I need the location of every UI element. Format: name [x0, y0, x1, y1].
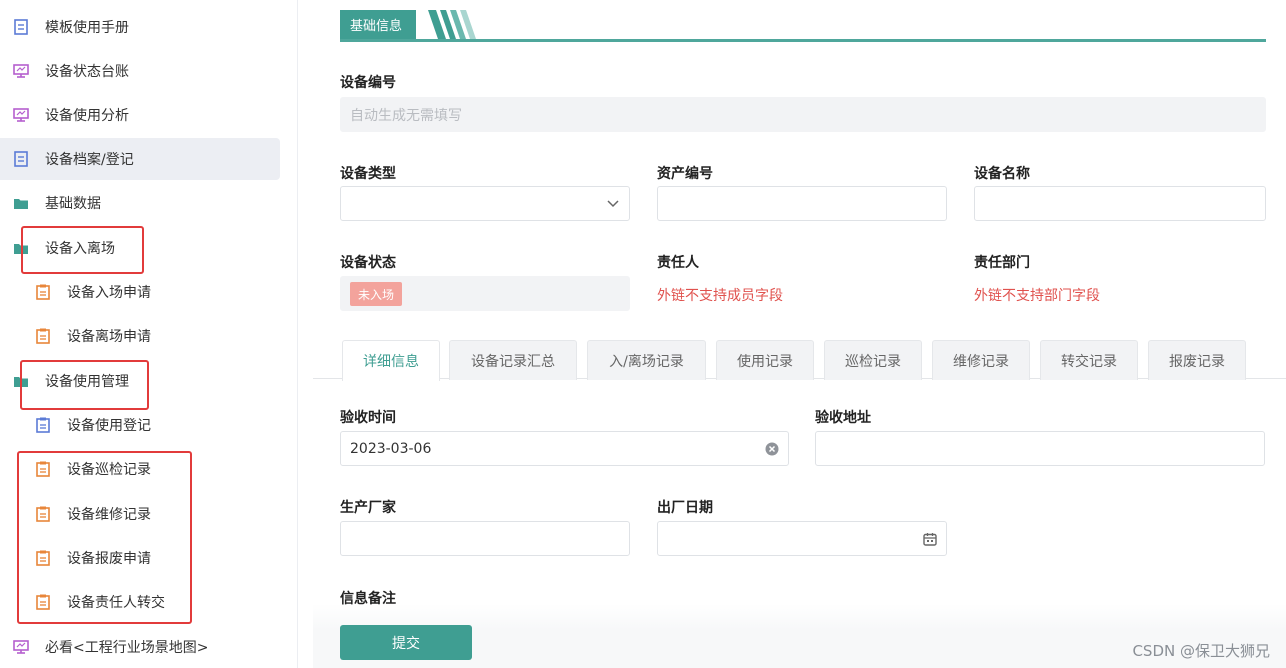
device-no-field: 自动生成无需填写 — [340, 97, 1266, 132]
device-name-input[interactable] — [974, 186, 1266, 221]
sidebar-item-status-ledger[interactable]: 设备状态台账 — [0, 50, 280, 92]
stripes-decoration — [428, 10, 476, 39]
asset-no-input[interactable] — [657, 186, 947, 221]
status-badge: 未入场 — [350, 282, 403, 306]
section-header: 基础信息 — [340, 10, 1266, 42]
document-icon — [13, 19, 29, 35]
clipboard-icon — [35, 417, 51, 433]
calendar-icon[interactable] — [923, 532, 937, 546]
asset-no-label: 资产编号 — [657, 166, 713, 182]
tab-transfer-records[interactable]: 转交记录 — [1040, 340, 1138, 380]
accept-address-label: 验收地址 — [815, 410, 871, 426]
sidebar-item-label: 模板使用手册 — [45, 20, 129, 36]
tab-entry-exit-records[interactable]: 入/离场记录 — [587, 340, 706, 380]
sidebar-item-label: 设备使用登记 — [67, 418, 151, 434]
folder-icon — [13, 195, 29, 211]
owner-unsupported-text: 外链不支持成员字段 — [657, 288, 783, 304]
highlight-box-entry-exit — [21, 226, 144, 274]
tab-scrap-records[interactable]: 报废记录 — [1148, 340, 1246, 380]
chevron-down-icon — [607, 200, 619, 208]
sidebar-item-scene-map[interactable]: 必看<工程行业场景地图> — [0, 626, 280, 668]
monitor-icon — [13, 107, 29, 123]
sidebar-item-device-archive[interactable]: 设备档案/登记 — [0, 138, 280, 180]
accept-time-input[interactable]: 2023-03-06 — [340, 431, 789, 466]
highlight-box-usage-records — [17, 451, 192, 624]
monitor-icon — [13, 639, 29, 655]
highlight-box-usage-management — [20, 360, 149, 410]
tab-inspection-records[interactable]: 巡检记录 — [824, 340, 922, 380]
device-type-select[interactable] — [340, 186, 630, 221]
device-name-label: 设备名称 — [974, 166, 1030, 182]
manufacturer-input[interactable] — [340, 521, 630, 556]
sidebar-item-usage-registration[interactable]: 设备使用登记 — [0, 404, 280, 446]
watermark: CSDN @保卫大狮兄 — [1132, 642, 1270, 660]
accept-address-input[interactable] — [815, 431, 1265, 466]
manufacturer-label: 生产厂家 — [340, 500, 396, 516]
factory-date-input[interactable] — [657, 521, 947, 556]
monitor-icon — [13, 63, 29, 79]
sidebar-item-basic-data[interactable]: 基础数据 — [0, 182, 280, 224]
owner-label: 责任人 — [657, 255, 699, 271]
sidebar-item-label: 基础数据 — [45, 196, 101, 212]
tab-record-summary[interactable]: 设备记录汇总 — [449, 340, 577, 380]
sidebar-item-entry-application[interactable]: 设备入场申请 — [0, 271, 280, 313]
sidebar-item-label: 设备状态台账 — [45, 64, 129, 80]
sidebar-item-label: 设备使用分析 — [45, 108, 129, 124]
sidebar-item-label: 设备档案/登记 — [45, 152, 134, 168]
document-icon — [13, 151, 29, 167]
tab-repair-records[interactable]: 维修记录 — [932, 340, 1030, 380]
tab-usage-records[interactable]: 使用记录 — [716, 340, 814, 380]
main-form: 基础信息 设备编号 自动生成无需填写 设备类型 资产编号 设备名称 设备状态 未… — [313, 0, 1286, 668]
sidebar-item-exit-application[interactable]: 设备离场申请 — [0, 315, 280, 357]
tab-details[interactable]: 详细信息 — [342, 340, 440, 381]
section-title: 基础信息 — [340, 10, 417, 39]
record-tabs: 详细信息 设备记录汇总 入/离场记录 使用记录 巡检记录 维修记录 转交记录 报… — [313, 340, 1286, 381]
sidebar-item-label: 设备离场申请 — [67, 329, 151, 345]
section-underline — [340, 39, 1266, 42]
sidebar-item-usage-analysis[interactable]: 设备使用分析 — [0, 94, 280, 136]
device-no-label: 设备编号 — [340, 75, 396, 91]
clear-icon[interactable] — [765, 442, 779, 456]
section-title-text: 基础信息 — [350, 19, 403, 34]
submit-button[interactable]: 提交 — [340, 625, 472, 660]
sidebar: 模板使用手册 设备状态台账 设备使用分析 设备档案/登记 基础数据 设备入离场 … — [0, 0, 298, 668]
sidebar-item-label: 设备入场申请 — [67, 285, 151, 301]
sidebar-item-label: 必看<工程行业场景地图> — [45, 640, 209, 656]
device-type-label: 设备类型 — [340, 166, 396, 182]
accept-time-value: 2023-03-06 — [350, 440, 432, 457]
device-no-placeholder: 自动生成无需填写 — [350, 107, 462, 124]
clipboard-icon — [35, 284, 51, 300]
sidebar-item-template-manual[interactable]: 模板使用手册 — [0, 6, 280, 48]
factory-date-label: 出厂日期 — [657, 500, 713, 516]
device-status-label: 设备状态 — [340, 255, 396, 271]
department-label: 责任部门 — [974, 255, 1030, 271]
clipboard-icon — [35, 328, 51, 344]
device-status-field: 未入场 — [340, 276, 630, 311]
accept-time-label: 验收时间 — [340, 410, 396, 426]
department-unsupported-text: 外链不支持部门字段 — [974, 288, 1100, 304]
